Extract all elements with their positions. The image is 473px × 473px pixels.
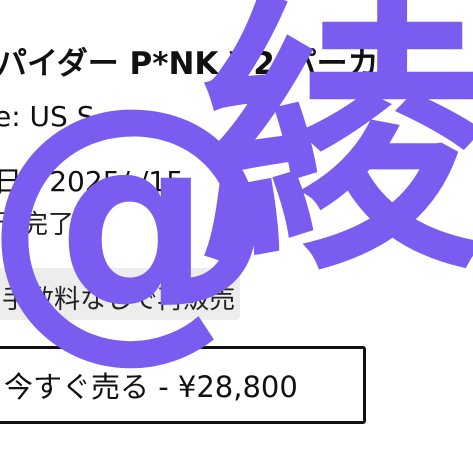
watermark-kanji: 綾 [200,0,473,310]
screenshot-stage: パイダー P*NK V2 パーカ e: US S 日 : 2025/ /15 予… [0,0,473,473]
